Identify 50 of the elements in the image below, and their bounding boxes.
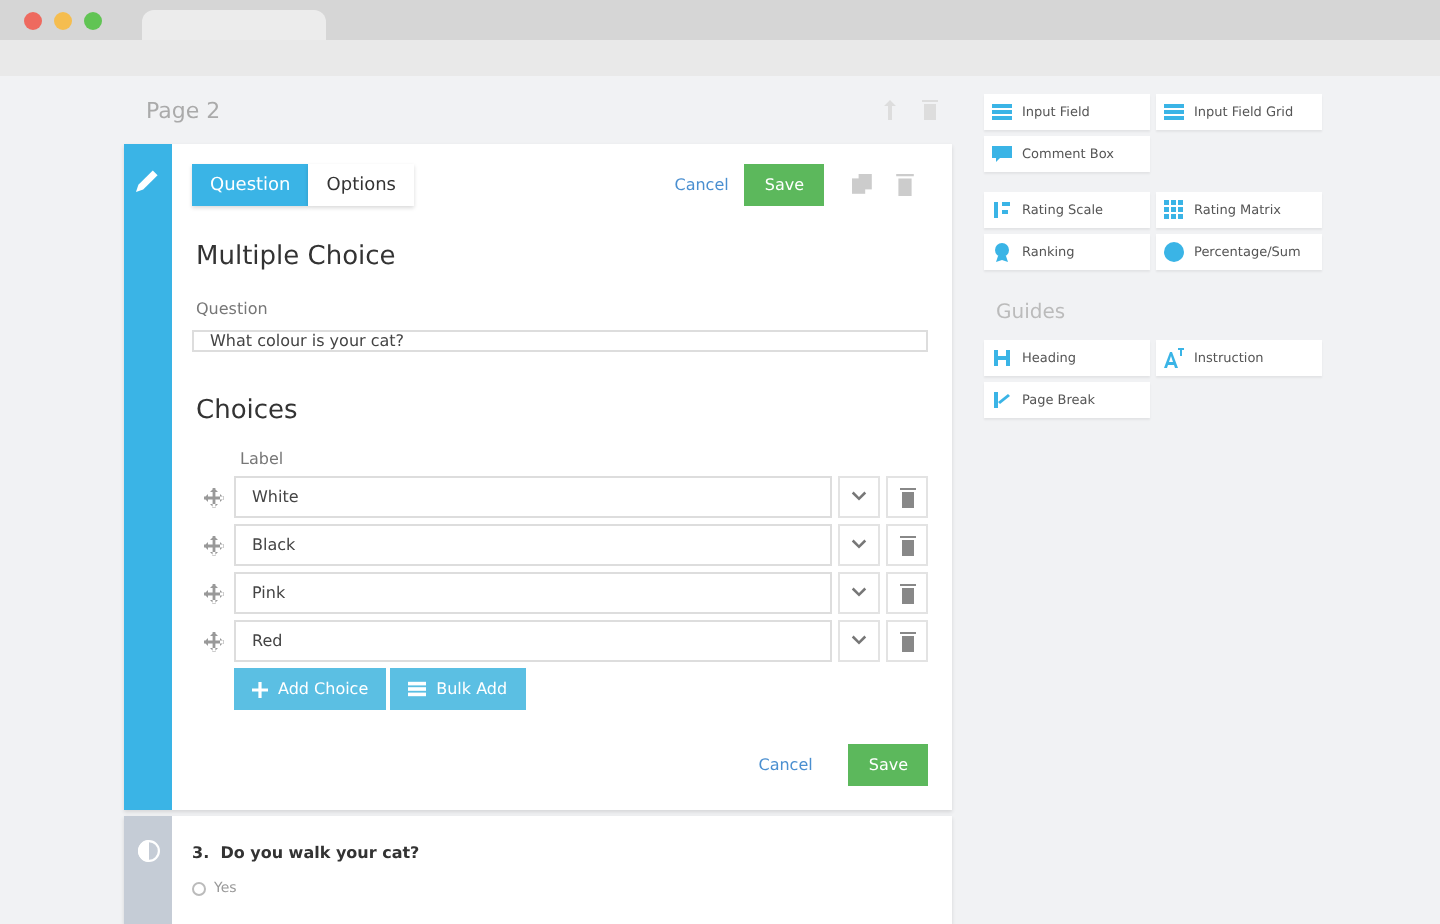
heading-icon bbox=[992, 348, 1012, 368]
trash-icon bbox=[894, 174, 916, 196]
lines-icon bbox=[992, 102, 1012, 122]
editor-tab[interactable]: Options bbox=[308, 164, 414, 206]
drag-handle-icon bbox=[203, 535, 223, 555]
dropdown-button[interactable] bbox=[838, 524, 880, 566]
delete-button[interactable] bbox=[886, 572, 928, 614]
column-label: Label bbox=[240, 450, 286, 468]
plus-icon bbox=[252, 681, 268, 697]
choice-input-field[interactable]: Pink bbox=[234, 572, 832, 614]
dropdown-button[interactable] bbox=[838, 620, 880, 662]
sort-icon bbox=[992, 200, 1012, 220]
half-circle-icon bbox=[137, 840, 159, 862]
choices-heading: Choices bbox=[196, 396, 300, 426]
delete-button[interactable] bbox=[886, 476, 928, 518]
drag-handle-icon bbox=[203, 583, 223, 603]
chevron-down-icon bbox=[850, 584, 868, 602]
list-icon bbox=[408, 680, 427, 698]
choice-input-field[interactable]: Red bbox=[234, 620, 832, 662]
trash-icon bbox=[897, 631, 917, 651]
branch-icon bbox=[992, 390, 1012, 410]
ribbon-icon bbox=[992, 242, 1012, 262]
trash-icon bbox=[897, 583, 917, 603]
field-label: Question bbox=[196, 300, 270, 318]
drag-handle-icon bbox=[203, 631, 223, 651]
dropdown-button[interactable] bbox=[838, 572, 880, 614]
chevron-down-icon bbox=[850, 632, 868, 650]
drag-handle-icon bbox=[203, 487, 223, 507]
radio-button[interactable] bbox=[192, 881, 206, 895]
dropdown-button[interactable] bbox=[838, 476, 880, 518]
trash-icon bbox=[897, 535, 917, 555]
section-title: Guides bbox=[996, 302, 1068, 324]
question-type-heading: Multiple Choice bbox=[196, 242, 398, 272]
font-size-icon bbox=[1164, 348, 1184, 368]
delete-button[interactable] bbox=[886, 524, 928, 566]
choice-input-field[interactable]: White bbox=[234, 476, 832, 518]
lines-icon bbox=[1164, 102, 1184, 122]
trash-icon bbox=[897, 487, 917, 507]
delete-button[interactable] bbox=[886, 620, 928, 662]
page-title: Page 2 bbox=[146, 97, 221, 123]
comment-icon bbox=[992, 144, 1012, 164]
question-input-field[interactable]: What colour is your cat? bbox=[192, 330, 928, 352]
grid-icon bbox=[1164, 200, 1184, 220]
choice-input-field[interactable]: Black bbox=[234, 524, 832, 566]
chevron-down-icon bbox=[850, 536, 868, 554]
pencil-icon bbox=[136, 168, 160, 192]
pie-icon bbox=[1164, 242, 1184, 262]
chevron-down-icon bbox=[850, 488, 868, 506]
copy-icon bbox=[852, 174, 874, 196]
question-text: 3. Do you walk your cat? bbox=[192, 844, 422, 862]
